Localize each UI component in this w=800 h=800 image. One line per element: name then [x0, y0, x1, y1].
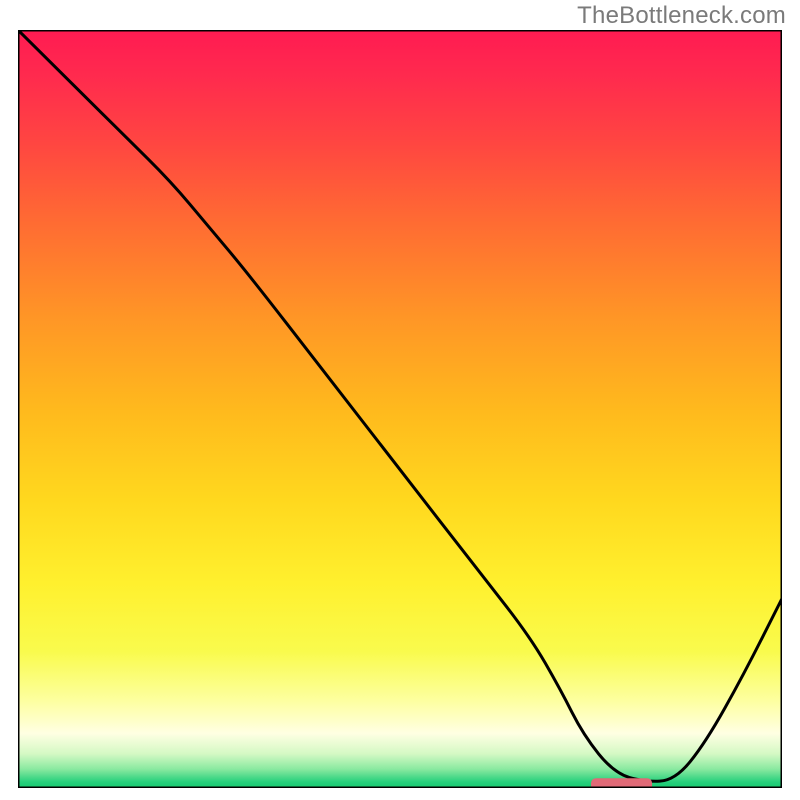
bottleneck-chart [18, 30, 782, 788]
chart-container [18, 30, 782, 788]
watermark-text: TheBottleneck.com [577, 2, 786, 30]
